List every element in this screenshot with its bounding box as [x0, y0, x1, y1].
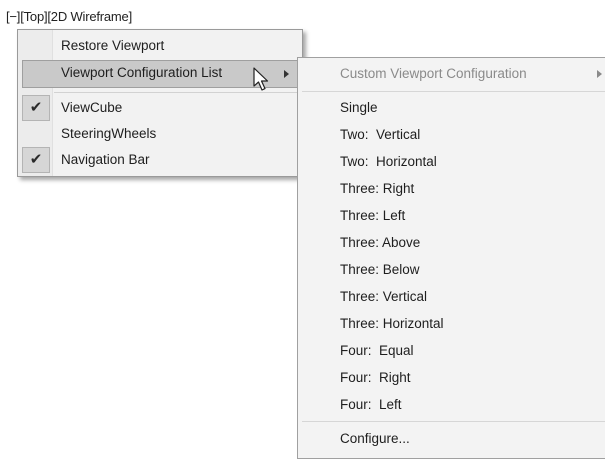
- submenu-item-label: Three: Horizontal: [340, 316, 444, 331]
- viewport-context-menu: Restore Viewport Viewport Configuration …: [17, 29, 303, 177]
- chevron-right-icon: [284, 70, 289, 78]
- submenu-item-label: Four: Left: [340, 397, 402, 412]
- submenu-item-three-right[interactable]: Three: Right: [298, 176, 605, 202]
- submenu-separator: [302, 91, 605, 92]
- submenu-item-label: Three: Below: [340, 262, 420, 277]
- submenu-item-four-equal[interactable]: Four: Equal: [298, 338, 605, 364]
- submenu-item-three-horizontal[interactable]: Three: Horizontal: [298, 311, 605, 337]
- menu-item-label: SteeringWheels: [61, 126, 157, 141]
- submenu-item-label: Two: Vertical: [340, 127, 421, 142]
- submenu-item-label: Two: Horizontal: [340, 154, 437, 169]
- submenu-item-two-vertical[interactable]: Two: Vertical: [298, 122, 605, 148]
- submenu-item-three-vertical[interactable]: Three: Vertical: [298, 284, 605, 310]
- menu-item-steeringwheels[interactable]: SteeringWheels: [18, 121, 302, 147]
- submenu-item-label: Configure...: [340, 431, 410, 446]
- submenu-item-three-above[interactable]: Three: Above: [298, 230, 605, 256]
- submenu-item-label: Custom Viewport Configuration: [340, 66, 527, 81]
- menu-item-navigation-bar[interactable]: ✔ Navigation Bar: [18, 147, 302, 173]
- viewport-configuration-submenu: Custom Viewport Configuration Single Two…: [297, 57, 605, 459]
- check-icon: ✔: [22, 147, 50, 173]
- submenu-item-custom-viewport-configuration[interactable]: Custom Viewport Configuration: [298, 61, 605, 87]
- menu-item-viewcube[interactable]: ✔ ViewCube: [18, 95, 302, 121]
- submenu-item-label: Four: Right: [340, 370, 411, 385]
- submenu-item-label: Three: Right: [340, 181, 415, 196]
- submenu-item-single[interactable]: Single: [298, 95, 605, 121]
- submenu-item-four-right[interactable]: Four: Right: [298, 365, 605, 391]
- submenu-item-three-below[interactable]: Three: Below: [298, 257, 605, 283]
- submenu-item-label: Single: [340, 100, 378, 115]
- viewport-controls-label[interactable]: [−][Top][2D Wireframe]: [6, 9, 132, 24]
- chevron-right-icon: [597, 70, 602, 78]
- menu-item-label: Restore Viewport: [61, 38, 165, 53]
- submenu-item-label: Three: Left: [340, 208, 406, 223]
- menu-item-label: ViewCube: [61, 100, 123, 115]
- submenu-item-label: Four: Equal: [340, 343, 414, 358]
- submenu-item-configure[interactable]: Configure...: [298, 426, 605, 452]
- check-icon: ✔: [22, 95, 50, 121]
- submenu-item-two-horizontal[interactable]: Two: Horizontal: [298, 149, 605, 175]
- submenu-item-label: Three: Vertical: [340, 289, 428, 304]
- menu-item-label: Viewport Configuration List: [61, 65, 223, 80]
- menu-item-label: Navigation Bar: [61, 152, 150, 167]
- submenu-item-three-left[interactable]: Three: Left: [298, 203, 605, 229]
- submenu-item-four-left[interactable]: Four: Left: [298, 392, 605, 418]
- submenu-separator: [302, 421, 605, 422]
- submenu-item-label: Three: Above: [340, 235, 421, 250]
- menu-item-restore-viewport[interactable]: Restore Viewport: [18, 33, 302, 59]
- mouse-pointer-icon: [253, 67, 269, 91]
